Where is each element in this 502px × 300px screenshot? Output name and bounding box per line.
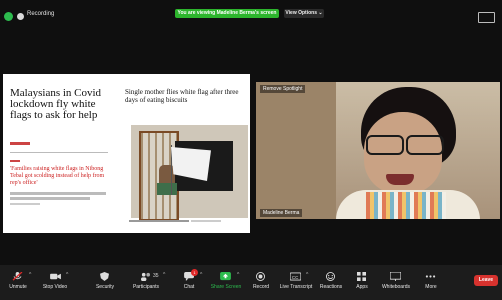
slide-right-headline: Single mother flies white flag after thr… [125,88,239,104]
more-label[interactable]: More [425,284,436,290]
video-background-shelf [256,82,336,219]
record-label[interactable]: Record [253,284,269,290]
reactions-label[interactable]: Reactions [320,284,342,290]
slide-fineprint-line [10,203,40,205]
slide-photo [131,125,248,221]
speaker-view-icon[interactable] [478,12,495,23]
chat-badge: 1 [191,269,198,276]
participants-options-chevron-icon[interactable]: ^ [163,272,165,278]
closed-caption-icon[interactable]: CC [290,272,301,281]
leave-button[interactable]: Leave [474,275,498,286]
apps-label[interactable]: Apps [356,284,367,290]
recording-label: Recording [27,11,55,17]
chat-label[interactable]: Chat [184,284,195,290]
participant-video-tile[interactable]: Remove Spotlight Madeline Berma [256,82,500,219]
remove-spotlight-button[interactable]: Remove Spotlight [260,85,306,93]
share-screen-icon[interactable] [220,272,231,281]
security-shield-icon[interactable] [4,12,13,21]
whiteboard-icon[interactable] [390,272,401,281]
glasses-lens-left [366,135,404,155]
transcript-options-chevron-icon[interactable]: ^ [306,272,308,278]
unmute-options-chevron-icon[interactable]: ^ [29,272,31,278]
record-icon[interactable] [255,272,266,281]
more-dots-icon[interactable] [425,272,436,281]
glasses [366,135,444,155]
glasses-lens-right [406,135,444,155]
apps-grid-icon[interactable] [356,272,367,281]
slide-headline: Malaysians in Covid lockdown fly white f… [10,87,102,121]
unmute-label[interactable]: Unmute [9,284,27,290]
stop-video-label[interactable]: Stop Video [43,284,67,290]
slide-tag-bar [10,160,20,162]
svg-text:CC: CC [292,275,299,280]
person-shirt [157,183,177,195]
speaker-mouth [386,174,414,185]
shared-screen: Malaysians in Covid lockdown fly white f… [3,70,250,233]
view-options-button[interactable]: View Options ⌄ [284,9,324,18]
participants-count: 35 [153,273,159,279]
recording-icon [17,13,24,20]
whiteboards-label[interactable]: Whiteboards [382,284,410,290]
slide-subhead: 'Families raising white flags in Nibong … [10,166,105,186]
reactions-smiley-icon[interactable] [325,272,336,281]
slide-fineprint-line [10,197,90,200]
share-screen-label[interactable]: Share Screen [211,284,242,290]
share-options-chevron-icon[interactable]: ^ [237,272,239,278]
participant-name-label: Madeline Berma [260,209,303,217]
photo-caption-line [129,220,189,222]
video-camera-icon[interactable] [50,272,61,281]
live-transcript-label[interactable]: Live Transcript [280,284,313,290]
slide-byline-bar [10,142,30,145]
speaker-scarf [366,192,446,219]
slide-fineprint-line [10,192,106,195]
participants-label[interactable]: Participants [133,284,159,290]
chat-options-chevron-icon[interactable]: ^ [200,272,202,278]
meeting-toolbar [0,265,502,300]
security-label[interactable]: Security [96,284,114,290]
video-options-chevron-icon[interactable]: ^ [66,272,68,278]
participants-icon[interactable] [140,272,151,281]
viewing-screen-banner: You are viewing Madeline Berma's screen [175,9,279,18]
shield-icon[interactable] [99,272,110,281]
photo-caption-line [191,220,221,222]
microphone-muted-icon[interactable] [12,272,23,281]
slide-top-rule [3,70,250,74]
slide-divider [10,152,108,153]
